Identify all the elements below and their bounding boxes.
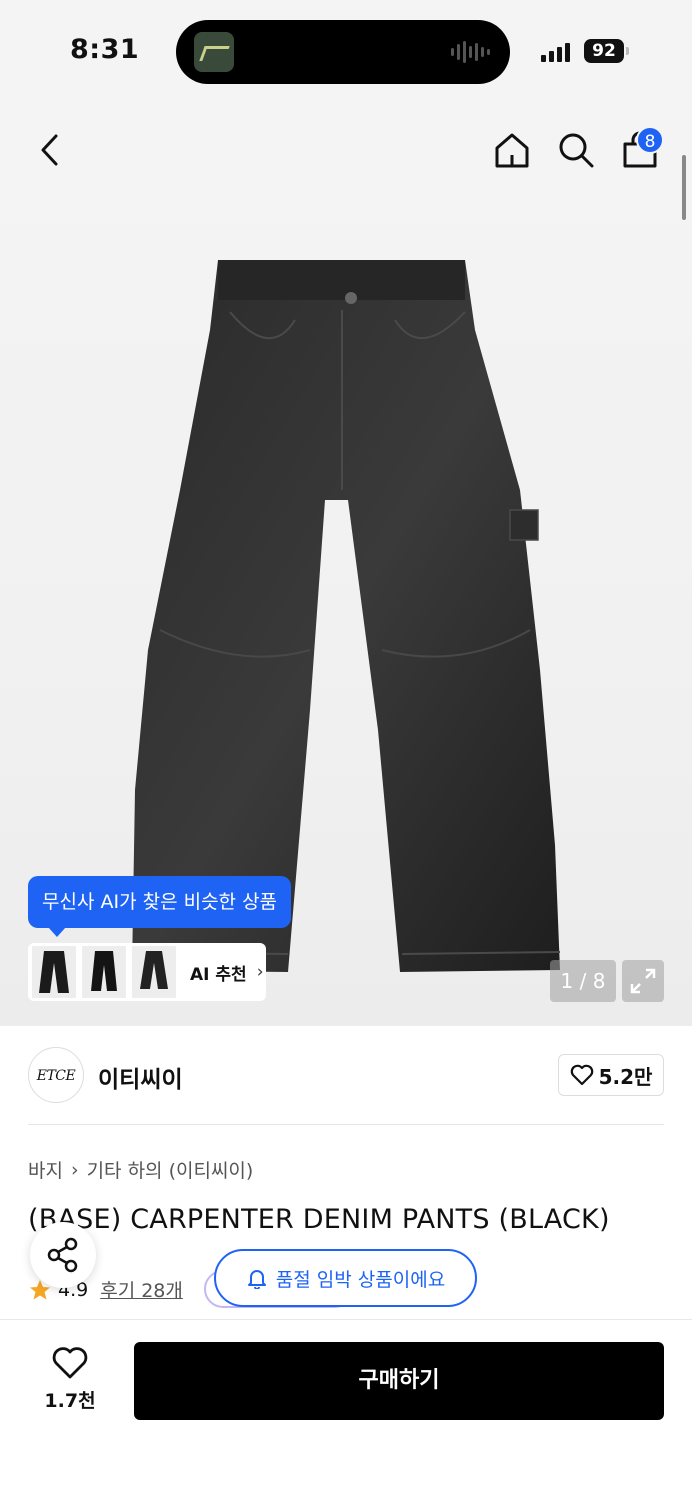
battery-icon: 92 [584, 39, 624, 63]
buy-button[interactable]: 구매하기 [134, 1342, 664, 1420]
brand-like-count: 5.2만 [598, 1064, 653, 1089]
breadcrumb: 바지 › 기타 하의 (이티씨이) [28, 1156, 253, 1183]
dynamic-island [176, 20, 510, 84]
soldout-warning-toast: 품절 임박 상품이에요 [214, 1249, 477, 1307]
brand-logo[interactable]: ETCE [28, 1047, 84, 1103]
scrollbar[interactable] [682, 155, 686, 220]
ai-thumbnail[interactable] [82, 946, 126, 998]
status-time: 8:31 [70, 34, 140, 65]
product-image-pants [131, 260, 561, 972]
cellular-signal-icon [541, 42, 570, 62]
ai-recommend-card[interactable]: AI 추천 › [28, 943, 266, 1001]
home-icon[interactable] [492, 130, 532, 170]
heart-icon [52, 1347, 88, 1379]
wishlist-count: 1.7천 [44, 1390, 96, 1412]
expand-image-button[interactable] [622, 960, 664, 1002]
heart-icon [570, 1064, 593, 1086]
breadcrumb-category[interactable]: 바지 [28, 1156, 63, 1183]
bottom-action-bar: 1.7천 구매하기 [0, 1319, 692, 1500]
product-image-gallery[interactable]: 8 무신사 AI가 찾은 비슷한 상품 AI 추천 › 1 / 8 [0, 100, 692, 1026]
brand-like-button[interactable]: 5.2만 [558, 1054, 664, 1096]
search-icon[interactable] [556, 130, 596, 170]
audio-waveform-icon [451, 40, 490, 64]
breadcrumb-subcategory[interactable]: 기타 하의 (이티씨이) [87, 1156, 254, 1183]
ai-thumbnail[interactable] [132, 946, 176, 998]
brand-name[interactable]: 이티씨이 [98, 1060, 183, 1094]
product-title: (BASE) CARPENTER DENIM PANTS (BLACK) [28, 1204, 610, 1235]
share-button[interactable] [30, 1222, 96, 1288]
ai-thumbnail[interactable] [32, 946, 76, 998]
brand-row[interactable]: ETCE 이티씨이 5.2만 [0, 1026, 692, 1126]
divider [28, 1124, 664, 1125]
cart-count-badge: 8 [636, 126, 664, 154]
image-page-indicator: 1 / 8 [550, 960, 616, 1002]
now-playing-artwork [194, 32, 234, 72]
chevron-left-icon[interactable] [34, 130, 66, 170]
bell-icon [247, 1270, 266, 1289]
expand-icon [630, 968, 656, 994]
share-icon [47, 1237, 78, 1273]
ai-similar-products-tooltip[interactable]: 무신사 AI가 찾은 비슷한 상품 [28, 876, 292, 937]
review-count-link[interactable]: 후기 28개 [100, 1276, 183, 1303]
chevron-right-icon: › [256, 962, 264, 982]
soldout-warning-text: 품절 임박 상품이에요 [275, 1268, 446, 1291]
battery-tip [626, 47, 629, 55]
chevron-right-icon: › [70, 1158, 79, 1181]
status-bar: 8:31 92 [0, 0, 692, 100]
ai-recommend-label: AI 추천 [190, 964, 247, 985]
wishlist-button[interactable]: 1.7천 [30, 1346, 110, 1418]
